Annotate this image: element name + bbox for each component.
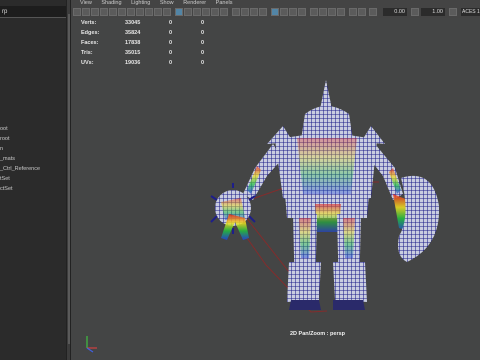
gate-mask-icon[interactable] xyxy=(136,8,144,16)
safe-action-icon[interactable] xyxy=(154,8,162,16)
xray-joints-icon[interactable] xyxy=(289,8,297,16)
backface-culling-icon[interactable] xyxy=(298,8,306,16)
motion-blur-icon[interactable] xyxy=(241,8,249,16)
shadows-icon[interactable] xyxy=(220,8,228,16)
panel-menubar: View Shading Lighting Show Renderer Pane… xyxy=(71,0,480,7)
heads-up-display-icon[interactable] xyxy=(310,8,318,16)
camera-select-icon[interactable] xyxy=(73,8,81,16)
scrollbar-thumb[interactable] xyxy=(68,14,70,344)
menu-renderer[interactable]: Renderer xyxy=(183,0,206,6)
outliner-panel: rp oot root n _mats _Ctrl_Reference tSet… xyxy=(0,0,66,360)
outliner-item[interactable]: _mats xyxy=(0,154,66,164)
xray-icon[interactable] xyxy=(280,8,288,16)
menu-panels[interactable]: Panels xyxy=(216,0,233,6)
grease-pencil-icon[interactable] xyxy=(337,8,345,16)
exposure-icon[interactable] xyxy=(349,8,357,16)
gamma-toggle-icon[interactable] xyxy=(411,8,419,16)
menu-show[interactable]: Show xyxy=(160,0,174,6)
grid-icon[interactable] xyxy=(109,8,117,16)
menu-lighting[interactable]: Lighting xyxy=(131,0,150,6)
outliner-list: oot root n _mats _Ctrl_Reference tSet ct… xyxy=(0,124,66,194)
safe-title-icon[interactable] xyxy=(163,8,171,16)
camera-gate-icon[interactable] xyxy=(319,8,327,16)
film-gate-icon[interactable] xyxy=(118,8,126,16)
outliner-item[interactable]: n xyxy=(0,144,66,154)
ambient-occlusion-icon[interactable] xyxy=(232,8,240,16)
bookmark-icon[interactable] xyxy=(91,8,99,16)
axis-gizmo-icon xyxy=(86,336,97,353)
pan-zoom-icon[interactable] xyxy=(328,8,336,16)
outliner-item[interactable]: ctSet xyxy=(0,184,66,194)
outliner-search-field[interactable]: rp xyxy=(0,6,66,18)
camera-label: 2D Pan/Zoom : persp xyxy=(290,331,346,337)
viewport-panel: View Shading Lighting Show Renderer Pane… xyxy=(71,0,480,360)
gamma-icon[interactable] xyxy=(358,8,366,16)
gamma-field[interactable]: 1.00 xyxy=(421,8,445,16)
outliner-item[interactable]: root xyxy=(0,134,66,144)
textured-icon[interactable] xyxy=(202,8,210,16)
character-wireframe-model[interactable] xyxy=(71,18,480,360)
outliner-item[interactable]: tSet xyxy=(0,174,66,184)
smooth-shade-icon[interactable] xyxy=(184,8,192,16)
resolution-gate-icon[interactable] xyxy=(127,8,135,16)
wireframe-on-shaded-icon[interactable] xyxy=(193,8,201,16)
wireframe-icon[interactable] xyxy=(175,8,183,16)
outliner-item[interactable]: _Ctrl_Reference xyxy=(0,164,66,174)
depth-of-field-icon[interactable] xyxy=(259,8,267,16)
field-chart-icon[interactable] xyxy=(145,8,153,16)
color-space-dropdown[interactable]: ACES 1.0 S xyxy=(461,8,480,16)
color-management-icon[interactable] xyxy=(369,8,377,16)
3d-viewport[interactable]: Verts: 33045 0 0 Edges: 35824 0 0 Faces:… xyxy=(71,18,480,360)
outliner-item[interactable]: oot xyxy=(0,124,66,134)
lights-icon[interactable] xyxy=(211,8,219,16)
image-plane-icon[interactable] xyxy=(100,8,108,16)
exposure-field[interactable]: 0.00 xyxy=(383,8,407,16)
view-transform-icon[interactable] xyxy=(449,8,457,16)
multisample-icon[interactable] xyxy=(250,8,258,16)
isolate-select-icon[interactable] xyxy=(271,8,279,16)
menu-shading[interactable]: Shading xyxy=(101,0,121,6)
menu-view[interactable]: View xyxy=(80,0,92,6)
camera-attributes-icon[interactable] xyxy=(82,8,90,16)
